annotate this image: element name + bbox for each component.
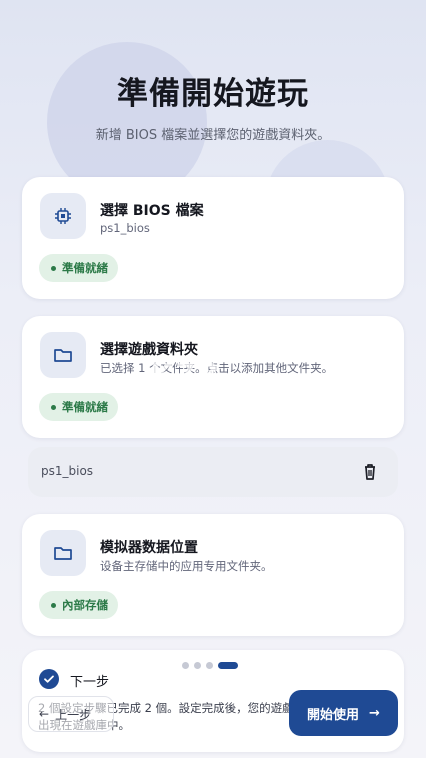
page-dot xyxy=(206,662,213,669)
next-step-label: 下一步 xyxy=(70,675,110,690)
status-badge-label: 準備就緒 xyxy=(62,400,108,414)
status-badge: 準備就緒 xyxy=(39,393,118,421)
page-dot xyxy=(182,662,189,669)
arrow-right-icon: → xyxy=(369,705,380,721)
watermark-subtext: 游戏之家 xyxy=(221,373,277,389)
status-dot-icon xyxy=(51,265,56,271)
check-icon xyxy=(39,669,59,689)
page-dot-active xyxy=(218,662,238,669)
folder-icon xyxy=(40,530,86,576)
start-button-label: 開始使用 xyxy=(307,707,360,723)
folder-icon xyxy=(40,332,86,378)
trash-icon[interactable] xyxy=(360,462,380,482)
page-title: 準備開始遊玩 xyxy=(117,76,309,112)
card-title: 選擇遊戲資料夾 xyxy=(100,342,198,358)
arrow-left-icon: ← xyxy=(39,707,50,721)
bios-file-row: ps1_bios xyxy=(28,447,398,497)
status-badge-label: 準備就緒 xyxy=(62,261,108,275)
card-subtitle: ps1_bios xyxy=(100,221,150,235)
status-badge-label: 內部存儲 xyxy=(62,598,108,612)
status-dot-icon xyxy=(51,404,56,410)
chip-icon xyxy=(40,193,86,239)
card-subtitle: 设备主存储中的应用专用文件夹。 xyxy=(100,559,273,573)
page-indicator xyxy=(182,662,238,669)
bios-card[interactable]: 選擇 BIOS 檔案 ps1_bios 準備就緒 xyxy=(22,177,404,299)
page-dot xyxy=(194,662,201,669)
card-title: 選擇 BIOS 檔案 xyxy=(100,203,204,219)
status-dot-icon xyxy=(51,602,56,608)
card-title: 模拟器数据位置 xyxy=(100,540,198,556)
previous-button-label: 上一步 xyxy=(55,707,92,722)
watermark-logo: K73 xyxy=(150,358,221,393)
start-button[interactable]: 開始使用 → xyxy=(289,690,398,736)
page-subtitle: 新增 BIOS 檔案並選擇您的遊戲資料夾。 xyxy=(95,128,331,143)
data-location-card[interactable]: 模拟器数据位置 设备主存储中的应用专用文件夹。 內部存儲 xyxy=(22,514,404,636)
file-name: ps1_bios xyxy=(41,464,94,478)
watermark: K73游戏之家 xyxy=(150,358,277,393)
previous-button[interactable]: ← 上一步 xyxy=(28,696,114,732)
status-badge: 準備就緒 xyxy=(39,254,118,282)
status-badge: 內部存儲 xyxy=(39,591,118,619)
